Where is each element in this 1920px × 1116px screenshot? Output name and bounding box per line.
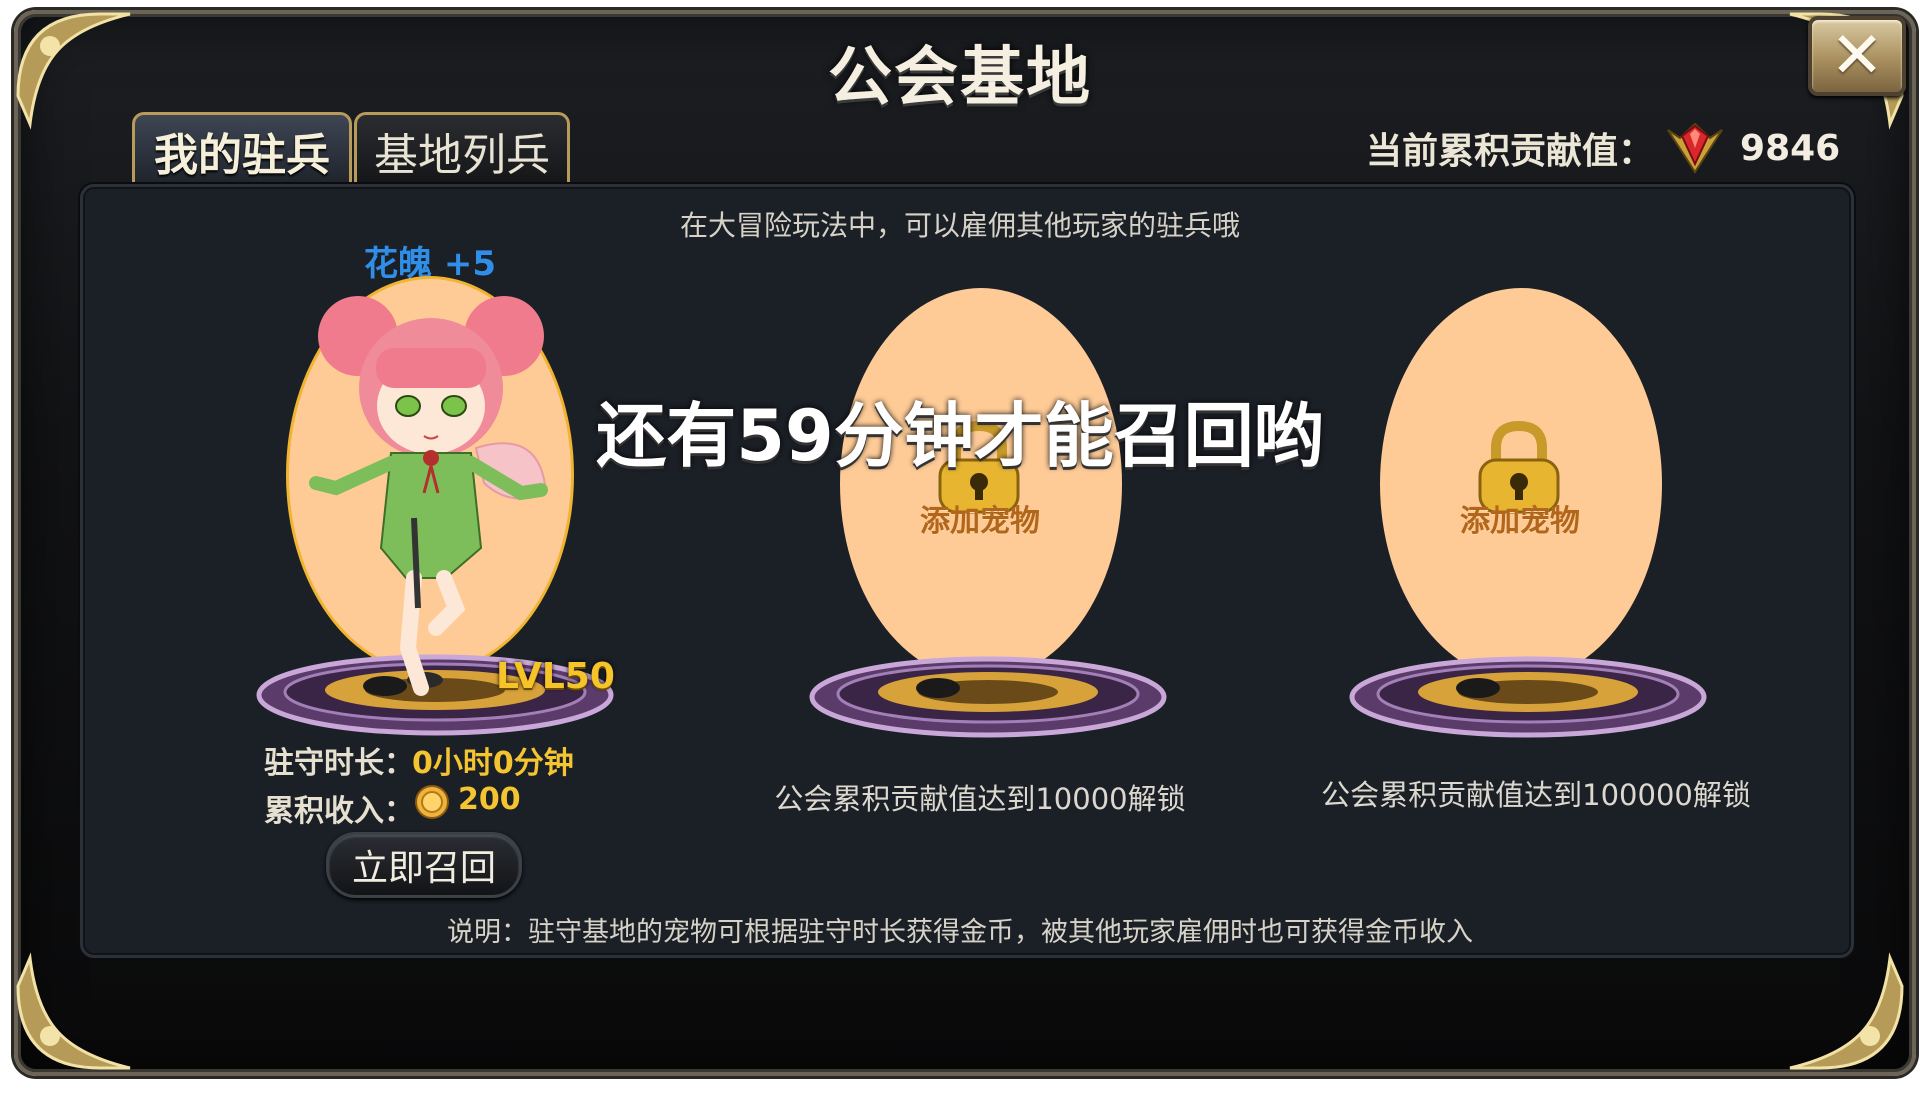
- add-pet-label: 添加宠物: [920, 504, 1040, 539]
- tab-my-garrison[interactable]: 我的驻兵: [132, 112, 352, 187]
- close-icon: ✕: [1830, 19, 1884, 93]
- hint-text: 在大冒险玩法中，可以雇佣其他玩家的驻兵哦: [679, 209, 1240, 242]
- income-label: 累积收入：: [264, 794, 414, 829]
- add-pet-label: 添加宠物: [1460, 504, 1580, 539]
- duration-label: 驻守时长：: [264, 746, 414, 781]
- toast-message: 还有59分钟才能召回哟: [596, 395, 1324, 477]
- recall-button[interactable]: 立即召回: [326, 832, 522, 898]
- contribution-label: 当前累积贡献值：: [1366, 131, 1655, 172]
- summon-platform: [1348, 652, 1708, 742]
- unlock-requirement: 公会累积贡献值达到10000解锁: [774, 782, 1186, 816]
- unlock-requirement: 公会累积贡献值达到100000解锁: [1321, 778, 1751, 812]
- close-button[interactable]: ✕: [1808, 16, 1906, 96]
- pet-character: [296, 278, 566, 698]
- contribution-display: 当前累积贡献值： 9846: [1366, 118, 1840, 178]
- contribution-value: 9846: [1740, 127, 1841, 169]
- duration-value: 0小时0分钟: [412, 746, 574, 781]
- red-gem-icon: [1664, 120, 1726, 176]
- summon-platform: [808, 652, 1168, 742]
- footer-note: 说明：驻守基地的宠物可根据驻守时长获得金币，被其他玩家雇佣时也可获得金币收入: [447, 917, 1473, 948]
- pet-level: LVL50: [496, 656, 615, 697]
- gold-coin-icon: [414, 784, 450, 820]
- dialog-title: 公会基地: [828, 41, 1092, 115]
- tab-base-list[interactable]: 基地列兵: [354, 112, 570, 187]
- income-value: 200: [458, 782, 521, 817]
